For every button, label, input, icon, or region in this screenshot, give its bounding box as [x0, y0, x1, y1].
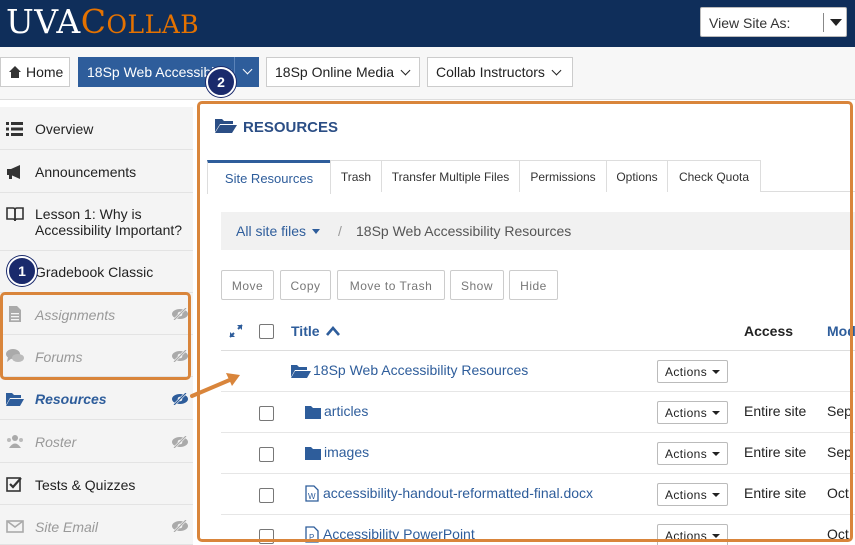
site-menu-toggle[interactable]: [234, 57, 259, 87]
book-icon: [6, 207, 24, 222]
home-icon: [9, 66, 21, 78]
site-tab-online-media[interactable]: 18Sp Online Media: [266, 57, 420, 87]
caret-down-icon: [830, 19, 842, 26]
select-divider: [823, 13, 824, 32]
arrow-annotation-icon: [190, 373, 240, 398]
sidebar-item-label: Overview: [35, 121, 94, 137]
site-tab-label: Collab Instructors: [436, 64, 545, 80]
highlight-hidden-tools: [0, 292, 191, 380]
sidebar-item-resources[interactable]: Resources: [0, 377, 193, 420]
logo-rest: OLLAB: [106, 10, 200, 39]
sidebar-item-announcements[interactable]: Announcements: [0, 150, 193, 193]
sidebar-item-lesson-1[interactable]: Lesson 1: Why is Accessibility Important…: [0, 193, 193, 251]
uva-collab-logo[interactable]: UVACOLLAB: [6, 2, 199, 45]
folder-open-icon: [6, 393, 24, 406]
site-nav: Home 18Sp Web Accessibility 18Sp Online …: [0, 47, 855, 100]
eye-slash-icon: [172, 393, 188, 405]
highlight-resources-panel: [197, 101, 853, 542]
home-button[interactable]: Home: [0, 57, 70, 87]
step-badge-1: 1: [7, 256, 37, 286]
logo-uva: UVA: [6, 2, 81, 41]
site-tab-collab-instructors[interactable]: Collab Instructors: [427, 57, 573, 87]
sidebar-item-label: Lesson 1: Why is Accessibility Important…: [35, 206, 183, 238]
sidebar-item-tests-quizzes[interactable]: Tests & Quizzes: [0, 463, 193, 505]
sidebar-item-label: Site Email: [35, 519, 99, 535]
list-icon: [6, 122, 23, 136]
sidebar-item-label: Tests & Quizzes: [35, 477, 136, 493]
checkbox-icon: [6, 477, 22, 492]
sidebar-item-overview[interactable]: Overview: [0, 107, 193, 150]
page: UVACOLLAB View Site As: Home 18Sp Web Ac…: [0, 0, 855, 545]
sidebar-item-label: Announcements: [35, 164, 137, 180]
megaphone-icon: [7, 165, 20, 179]
sidebar-item-label: Gradebook Classic: [35, 264, 154, 280]
sidebar-item-label: Roster: [35, 434, 77, 450]
view-site-as-select[interactable]: View Site As:: [700, 7, 847, 37]
chevron-down-icon: [242, 64, 252, 75]
logo-c: C: [80, 2, 107, 41]
sidebar-item-site-email[interactable]: Site Email: [0, 505, 193, 545]
sidebar-item-roster[interactable]: Roster: [0, 420, 193, 463]
home-label: Home: [26, 64, 64, 80]
view-site-as-label: View Site As:: [709, 15, 791, 31]
site-tab-label: 18Sp Online Media: [275, 64, 395, 80]
chevron-down-icon: [400, 65, 411, 76]
eye-slash-icon: [172, 436, 188, 448]
sidebar-item-label: Resources: [35, 391, 107, 407]
step-badge-2: 2: [206, 67, 236, 97]
eye-slash-icon: [172, 520, 188, 532]
top-header: UVACOLLAB View Site As:: [0, 0, 855, 47]
users-icon: [7, 435, 23, 448]
envelope-icon: [6, 520, 24, 533]
chevron-down-icon: [551, 65, 562, 76]
